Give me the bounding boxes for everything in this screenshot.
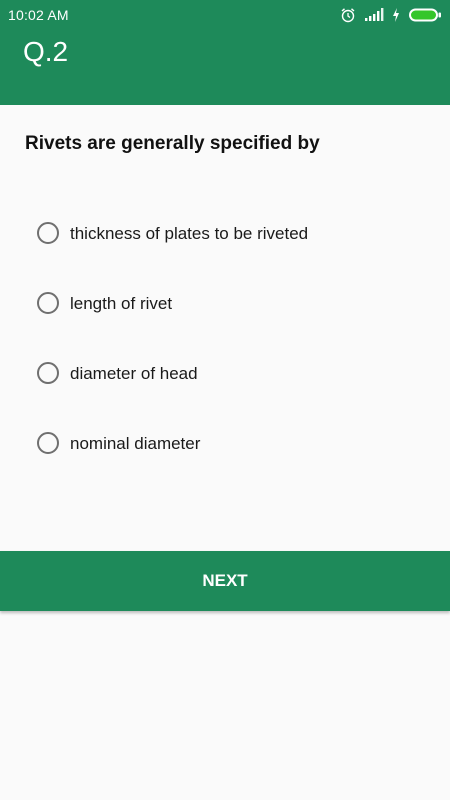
battery-level bbox=[411, 10, 436, 20]
radio-button[interactable] bbox=[37, 362, 59, 384]
question-text: Rivets are generally specified by bbox=[25, 133, 320, 154]
option-label[interactable]: nominal diameter bbox=[70, 434, 200, 454]
next-button[interactable]: NEXT bbox=[0, 551, 450, 611]
signal-icon bbox=[364, 8, 384, 22]
radio-button[interactable] bbox=[37, 432, 59, 454]
option-row[interactable]: thickness of plates to be riveted bbox=[37, 210, 308, 280]
status-bar: 10:02 AM bbox=[0, 0, 450, 30]
battery-icon bbox=[408, 7, 442, 23]
option-row[interactable]: length of rivet bbox=[37, 280, 308, 350]
option-row[interactable]: nominal diameter bbox=[37, 420, 308, 490]
status-time: 10:02 AM bbox=[8, 7, 69, 23]
option-row[interactable]: diameter of head bbox=[37, 350, 308, 420]
radio-button[interactable] bbox=[37, 222, 59, 244]
option-label[interactable]: length of rivet bbox=[70, 294, 172, 314]
radio-button[interactable] bbox=[37, 292, 59, 314]
option-label[interactable]: diameter of head bbox=[70, 364, 198, 384]
answer-options: thickness of plates to be riveted length… bbox=[37, 210, 308, 490]
option-label[interactable]: thickness of plates to be riveted bbox=[70, 224, 308, 244]
charging-icon bbox=[392, 8, 400, 22]
status-icons bbox=[332, 6, 442, 24]
page-title: Q.2 bbox=[23, 36, 69, 67]
app-bar: 10:02 AM Q.2 bbox=[0, 0, 450, 105]
alarm-icon bbox=[340, 7, 356, 23]
